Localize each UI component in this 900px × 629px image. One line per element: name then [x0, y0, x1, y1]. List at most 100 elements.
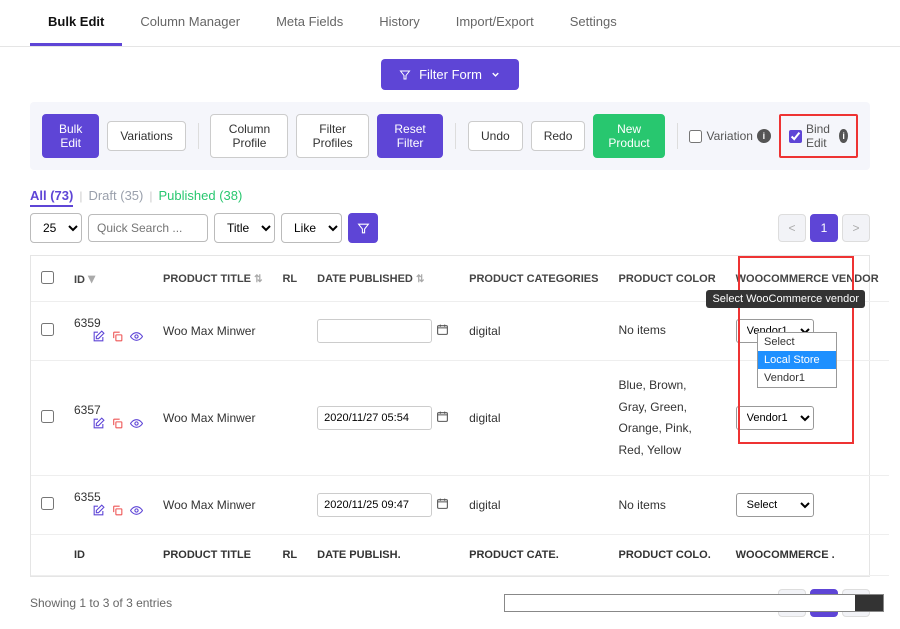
sort-icon[interactable]: ⇅ — [254, 274, 262, 285]
footer-row: Showing 1 to 3 of 3 entries < 1 > — [0, 577, 900, 629]
funnel-icon — [357, 222, 370, 235]
vendor-tooltip: Select WooCommerce vendor — [706, 290, 865, 308]
title-select[interactable]: Title — [214, 213, 275, 243]
funnel-icon — [399, 69, 411, 81]
row-id: 6359 — [74, 316, 101, 330]
edit-icon[interactable] — [92, 504, 105, 520]
col-color[interactable]: PRODUCT COLOR — [618, 273, 715, 285]
calendar-icon[interactable] — [436, 323, 449, 339]
scrollbar-thumb[interactable] — [855, 595, 883, 611]
row-color[interactable]: No items — [608, 302, 725, 361]
status-filter[interactable]: All (73) — [30, 188, 73, 207]
redo-button[interactable]: Redo — [531, 121, 586, 151]
quick-search-input[interactable] — [88, 214, 208, 242]
row-id: 6357 — [74, 403, 101, 417]
filter-form-button[interactable]: Filter Form — [381, 59, 519, 90]
bind-edit-checkbox[interactable] — [789, 130, 802, 143]
row-category[interactable]: digital — [459, 302, 608, 361]
chevron-down-icon — [490, 69, 501, 80]
fcol-cat: PRODUCT CATE. — [459, 535, 608, 576]
top-tabs: Bulk EditColumn ManagerMeta FieldsHistor… — [0, 0, 900, 47]
select-all-checkbox[interactable] — [41, 271, 54, 284]
tab-history[interactable]: History — [361, 0, 437, 46]
fcol-title: PRODUCT TITLE — [153, 535, 272, 576]
date-input[interactable] — [317, 493, 432, 517]
row-title[interactable]: Woo Max Minwer — [153, 302, 272, 361]
view-icon[interactable] — [130, 504, 143, 520]
row-category[interactable]: digital — [459, 361, 608, 476]
variations-button[interactable]: Variations — [107, 121, 185, 151]
dropdown-option[interactable]: Select — [758, 333, 836, 351]
pager-next[interactable]: > — [842, 214, 870, 242]
vendor-dropdown[interactable]: SelectLocal StoreVendor1 — [757, 332, 837, 388]
products-table-wrap: Select WooCommerce vendor SelectLocal St… — [30, 255, 870, 577]
calendar-icon[interactable] — [436, 410, 449, 426]
tab-import-export[interactable]: Import/Export — [438, 0, 552, 46]
vendor-select[interactable]: Select — [736, 493, 814, 517]
row-color[interactable]: No items — [608, 476, 725, 535]
fcol-date: DATE PUBLISH. — [307, 535, 459, 576]
variation-checkbox-wrap[interactable]: Variation i — [689, 129, 770, 143]
action-toolbar: Bulk Edit Variations Column Profile Filt… — [30, 102, 870, 170]
row-checkbox[interactable] — [41, 323, 54, 336]
new-product-button[interactable]: New Product — [593, 114, 664, 158]
separator: | — [79, 189, 82, 203]
bind-edit-checkbox-wrap[interactable]: Bind Edit i — [789, 122, 848, 150]
col-title[interactable]: PRODUCT TITLE — [163, 273, 251, 285]
edit-icon[interactable] — [92, 417, 105, 433]
column-profile-button[interactable]: Column Profile — [210, 114, 288, 158]
dropdown-option[interactable]: Vendor1 — [758, 369, 836, 387]
row-category[interactable]: digital — [459, 476, 608, 535]
view-icon[interactable] — [130, 417, 143, 433]
copy-icon[interactable] — [111, 417, 124, 433]
separator: | — [149, 189, 152, 203]
filter-profiles-button[interactable]: Filter Profiles — [296, 114, 368, 158]
info-icon[interactable]: i — [839, 129, 848, 143]
row-checkbox[interactable] — [41, 410, 54, 423]
col-date[interactable]: DATE PUBLISHED — [317, 273, 413, 285]
pager-prev[interactable]: < — [778, 214, 806, 242]
pager-top: < 1 > — [778, 214, 870, 242]
per-page-select[interactable]: 25 — [30, 213, 82, 243]
tab-settings[interactable]: Settings — [552, 0, 635, 46]
date-input[interactable] — [317, 406, 432, 430]
separator — [455, 123, 456, 149]
row-title[interactable]: Woo Max Minwer — [153, 476, 272, 535]
row-title[interactable]: Woo Max Minwer — [153, 361, 272, 476]
apply-filter-button[interactable] — [348, 213, 378, 243]
row-checkbox[interactable] — [41, 497, 54, 510]
fcol-color: PRODUCT COLO. — [608, 535, 725, 576]
undo-button[interactable]: Undo — [468, 121, 523, 151]
view-icon[interactable] — [130, 330, 143, 346]
copy-icon[interactable] — [111, 504, 124, 520]
horizontal-scrollbar[interactable] — [504, 594, 884, 612]
sort-handle-icon[interactable]: ▾ — [88, 270, 94, 287]
status-filter[interactable]: Published (38) — [159, 188, 243, 203]
col-cat[interactable]: PRODUCT CATEGORIES — [469, 273, 598, 285]
col-rl[interactable]: RL — [282, 273, 297, 285]
status-filter[interactable]: Draft (35) — [88, 188, 143, 203]
row-color[interactable]: Blue, Brown, Gray, Green, Orange, Pink, … — [608, 361, 725, 476]
pager-current[interactable]: 1 — [810, 214, 838, 242]
dropdown-option[interactable]: Local Store — [758, 351, 836, 369]
controls-row: 25 Title Like < 1 > — [0, 213, 900, 255]
col-vendor[interactable]: WOOCOMMERCE VENDOR — [736, 273, 879, 285]
tab-meta-fields[interactable]: Meta Fields — [258, 0, 361, 46]
variation-checkbox[interactable] — [689, 130, 702, 143]
bulk-edit-button[interactable]: Bulk Edit — [42, 114, 99, 158]
edit-icon[interactable] — [92, 330, 105, 346]
reset-filter-button[interactable]: Reset Filter — [377, 114, 444, 158]
tab-bulk-edit[interactable]: Bulk Edit — [30, 0, 122, 46]
tab-column-manager[interactable]: Column Manager — [122, 0, 258, 46]
table-row: 6355Woo Max MinwerdigitalNo itemsSelect — [31, 476, 889, 535]
fcol-id: ID — [64, 535, 153, 576]
info-icon[interactable]: i — [757, 129, 771, 143]
calendar-icon[interactable] — [436, 497, 449, 513]
date-input[interactable] — [317, 319, 432, 343]
separator — [198, 123, 199, 149]
col-id[interactable]: ID — [74, 274, 85, 286]
sort-icon[interactable]: ⇅ — [416, 274, 424, 285]
like-select[interactable]: Like — [281, 213, 342, 243]
vendor-select[interactable]: Vendor1 — [736, 406, 814, 430]
copy-icon[interactable] — [111, 330, 124, 346]
